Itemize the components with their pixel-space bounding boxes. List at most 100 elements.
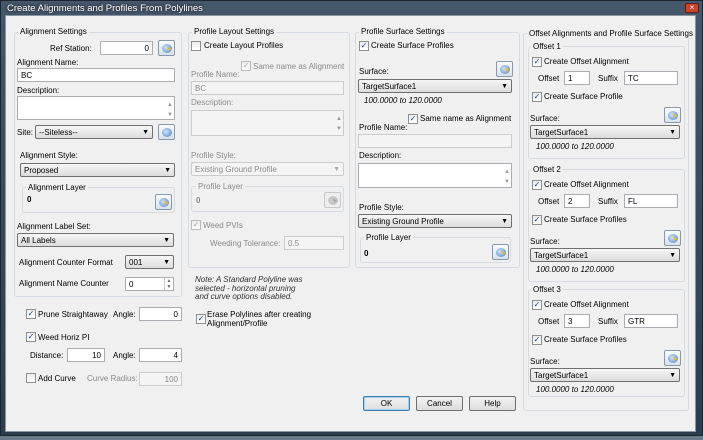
cancel-button[interactable]: Cancel [416, 396, 463, 411]
site-select[interactable]: --Siteless-- ▼ [35, 125, 153, 139]
offset-surface-pick-button[interactable] [664, 230, 681, 246]
alignment-description-input[interactable]: ▲ ▼ [17, 96, 175, 120]
weed-horiz-pi-label: Weed Horiz PI [38, 333, 90, 342]
offset-input[interactable]: 3 [564, 314, 590, 328]
surface-layer-button[interactable] [492, 244, 509, 260]
ok-button[interactable]: OK [363, 396, 410, 411]
suffix-label: Suffix [598, 74, 618, 83]
create-offset-alignment-checkbox[interactable]: ✓ [532, 57, 542, 67]
pick-icon [162, 44, 172, 53]
offset-input[interactable]: 2 [564, 194, 590, 208]
surface-select[interactable]: TargetSurface1 ▼ [358, 79, 512, 93]
surface-profile-style-select[interactable]: Existing Ground Profile ▼ [358, 214, 512, 228]
create-offset-alignment-checkbox[interactable]: ✓ [532, 180, 542, 190]
offset-input[interactable]: 1 [564, 71, 590, 85]
suffix-input[interactable]: TC [624, 71, 678, 85]
surface-profile-name-input[interactable] [358, 134, 512, 148]
dropdown-arrow-icon: ▼ [501, 83, 508, 90]
help-button[interactable]: Help [469, 396, 516, 411]
curve-radius-input[interactable]: 100 [139, 372, 182, 386]
offset-surface-pick-button[interactable] [664, 107, 681, 123]
layout-description-input[interactable]: ▲ ▼ [191, 110, 344, 136]
surface-label: Surface: [359, 67, 389, 76]
layout-profile-name-input[interactable]: BC [191, 81, 344, 95]
offset-surface-select[interactable]: TargetSurface1 ▼ [530, 368, 680, 382]
label-set-select[interactable]: All Labels ▼ [17, 233, 174, 247]
create-layout-profiles-checkbox[interactable] [191, 41, 201, 51]
weeding-tolerance-input[interactable]: 0.5 [284, 236, 344, 250]
alignment-style-label: Alignment Style: [20, 151, 78, 160]
distance-input[interactable]: 10 [67, 348, 105, 362]
suffix-input[interactable]: FL [624, 194, 678, 208]
surface-pick-button[interactable] [496, 61, 513, 77]
offset-surface-pick-button[interactable] [664, 350, 681, 366]
create-surface-profiles-label: Create Surface Profiles [371, 41, 454, 50]
alignment-layer-value: 0 [27, 195, 32, 204]
offset-1-heading: Offset 1 [531, 42, 563, 51]
offset-surface-select[interactable]: TargetSurface1 ▼ [530, 125, 680, 139]
suffix-input[interactable]: GTR [624, 314, 678, 328]
name-counter-label: Alignment Name Counter [19, 279, 109, 288]
close-button[interactable]: × [685, 3, 699, 13]
surface-profile-style-label: Profile Style: [359, 203, 404, 212]
weed-horiz-pi-checkbox[interactable]: ✓ [26, 332, 36, 342]
surface-profile-layer-heading: Profile Layer [364, 233, 413, 242]
add-curve-checkbox[interactable] [26, 373, 36, 383]
layout-same-name-checkbox[interactable]: ✓ [241, 61, 251, 71]
create-layout-profiles-label: Create Layout Profiles [204, 41, 284, 50]
name-counter-spinner[interactable]: 0 ▲ ▼ [125, 277, 174, 291]
profile-surface-heading: Profile Surface Settings [359, 27, 447, 36]
layout-profile-name-label: Profile Name: [191, 70, 240, 79]
alignment-style-value: Proposed [24, 166, 59, 175]
dropdown-arrow-icon: ▼ [164, 167, 171, 174]
suffix-label: Suffix [598, 317, 618, 326]
create-offset-alignment-label: Create Offset Alignment [544, 57, 629, 66]
create-offset-alignment-label: Create Offset Alignment [544, 300, 629, 309]
surface-profile-name-label: Profile Name: [359, 123, 408, 132]
erase-polylines-checkbox[interactable]: ✓ [196, 314, 206, 324]
dropdown-arrow-icon: ▼ [669, 129, 676, 136]
ref-station-input[interactable]: 0 [100, 41, 153, 55]
dropdown-arrow-icon: ▼ [501, 218, 508, 225]
label-set-value: All Labels [21, 236, 56, 245]
create-surface-profiles-checkbox[interactable]: ✓ [359, 41, 369, 51]
pick-icon [159, 198, 169, 207]
dropdown-arrow-icon: ▼ [669, 372, 676, 379]
dropdown-arrow-icon: ▼ [669, 252, 676, 259]
dropdown-arrow-icon: ▼ [163, 259, 170, 266]
counter-format-select[interactable]: 001 ▼ [125, 255, 174, 269]
prune-angle-input[interactable]: 0 [139, 307, 182, 321]
surface-same-name-checkbox[interactable]: ✓ [408, 114, 418, 124]
alignment-name-input[interactable]: BC [17, 68, 175, 82]
create-surface-profile-checkbox[interactable]: ✓ [532, 92, 542, 102]
create-surface-profile-label: Create Surface Profile [544, 92, 623, 101]
create-offset-alignment-checkbox[interactable]: ✓ [532, 300, 542, 310]
profile-layout-heading: Profile Layout Settings [192, 27, 277, 36]
pick-station-button[interactable] [158, 40, 175, 56]
create-surface-profile-checkbox[interactable]: ✓ [532, 335, 542, 345]
site-pick-button[interactable] [158, 124, 175, 140]
weed-angle-input[interactable]: 4 [139, 348, 182, 362]
alignment-description-label: Description: [17, 86, 60, 95]
create-surface-profile-label: Create Surface Profiles [544, 215, 627, 224]
prune-straightaway-checkbox[interactable]: ✓ [26, 309, 36, 319]
alignment-layer-button[interactable] [155, 194, 172, 210]
spinner-arrows-icon[interactable]: ▲ ▼ [164, 278, 173, 290]
layout-style-value: Existing Ground Profile [195, 165, 277, 174]
layout-layer-button[interactable] [324, 192, 341, 208]
offset-label: Offset [538, 317, 560, 326]
layout-profile-layer-heading: Profile Layer [196, 182, 245, 191]
weed-pvis-checkbox[interactable]: ✓ [191, 220, 201, 230]
offset-surface-range: 100.0000 to 120.0000 [536, 265, 614, 274]
pick-icon [668, 111, 678, 120]
weed-pvis-label: Weed PVIs [203, 221, 243, 230]
offset-surface-select[interactable]: TargetSurface1 ▼ [530, 248, 680, 262]
site-value: --Siteless-- [39, 128, 78, 137]
surface-value: TargetSurface1 [362, 82, 417, 91]
alignment-name-label: Alignment Name: [17, 58, 79, 67]
create-surface-profile-checkbox[interactable]: ✓ [532, 215, 542, 225]
surface-description-input[interactable]: ▲ ▼ [358, 163, 512, 188]
alignment-style-select[interactable]: Proposed ▼ [20, 163, 175, 177]
pick-icon [500, 65, 510, 74]
layout-profile-style-select[interactable]: Existing Ground Profile ▼ [191, 162, 344, 176]
